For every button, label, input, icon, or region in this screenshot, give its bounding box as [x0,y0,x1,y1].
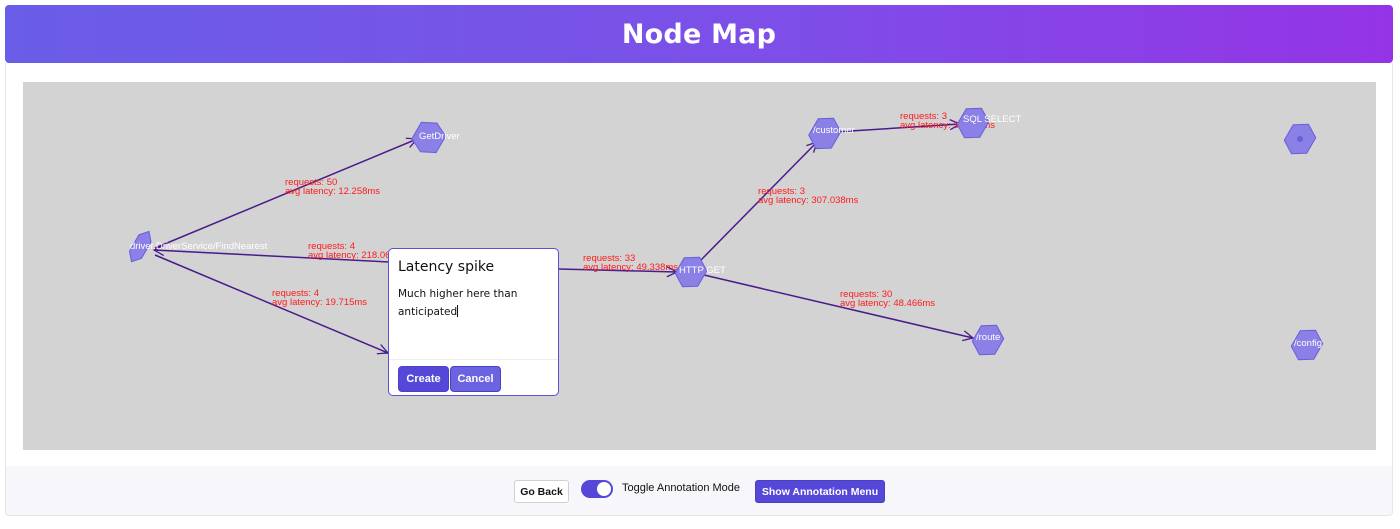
node-driver-findnearest[interactable]: driver.DriverService/FindNearest [125,228,268,265]
node-customer[interactable]: /customer [805,112,855,155]
node-route[interactable]: /route [968,319,1008,361]
node-label: driver.DriverService/FindNearest [130,241,268,252]
show-annotation-menu-button[interactable]: Show Annotation Menu [755,480,885,503]
edge-httpget-route[interactable]: requests: 30 avg latency: 48.466ms [703,274,973,338]
toggle-knob [597,482,611,496]
node-map-canvas[interactable]: requests: 50 avg latency: 12.258ms reque… [23,82,1376,450]
edge-driver-getdriver[interactable]: requests: 50 avg latency: 12.258ms [154,139,417,249]
annotation-popup: Latency spike Much higher here than anti… [388,248,559,396]
node-label: /customer [813,125,855,136]
node-label: /config [1294,338,1322,349]
node-label: SQL SELECT [963,114,1021,125]
edge-latency-label: avg latency: 12.258ms [285,186,380,197]
text-caret [457,305,459,317]
create-button[interactable]: Create [398,366,449,392]
page-title: Node Map [621,18,777,50]
node-getdriver[interactable]: GetDriver [408,116,460,159]
node-label: HTTP GET [679,265,726,276]
annotation-mode-toggle[interactable] [581,480,613,498]
go-back-button[interactable]: Go Back [514,480,569,503]
edge-latency-label: avg latency: 19.715ms [272,297,367,308]
edge-latency-label: avg latency: 49.338ms [583,262,678,273]
annotation-body-field[interactable]: Much higher here than anticipated [398,285,548,321]
node-label: GetDriver [419,131,460,142]
edge-latency-label: avg latency: 307.038ms [758,195,859,206]
edge-driver-httpget-lower[interactable]: requests: 4 avg latency: 19.715ms [154,254,388,353]
node-label: /route [976,332,1000,343]
cancel-button[interactable]: Cancel [450,366,501,392]
edge-latency-label: avg latency: 48.466ms [840,298,935,309]
annotation-title-field[interactable]: Latency spike [398,259,494,275]
app-header: Node Map [5,5,1393,63]
popup-divider [389,359,558,360]
edge-httpget-customer[interactable]: requests: 3 avg latency: 307.038ms [698,142,859,263]
edge-driver-httpget[interactable]: requests: 33 avg latency: 49.338ms [558,253,678,273]
node-http-get[interactable]: HTTP GET [671,251,726,293]
node-graph[interactable]: requests: 50 avg latency: 12.258ms reque… [23,82,1376,450]
node-unlabeled[interactable] [1280,118,1320,160]
toggle-label: Toggle Annotation Mode [622,482,741,494]
node-sql-select[interactable]: SQL SELECT [953,102,1021,144]
node-config[interactable]: /config [1287,324,1327,366]
